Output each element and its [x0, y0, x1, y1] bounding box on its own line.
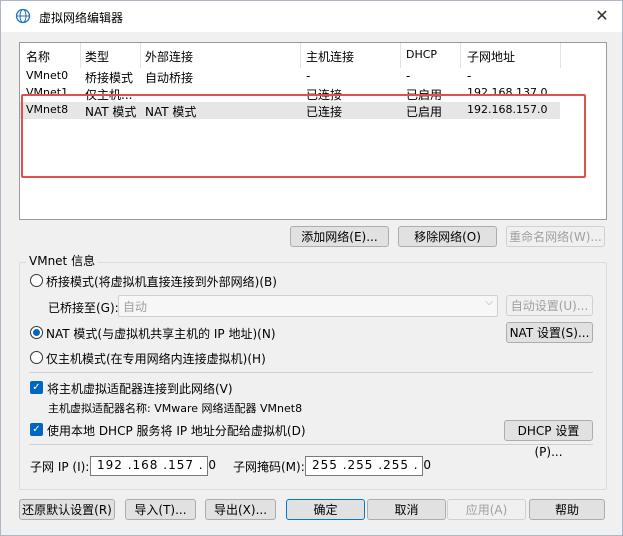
- dhcp-settings-button[interactable]: DHCP 设置(P)...: [504, 420, 593, 459]
- row-external: 自动桥接: [145, 71, 194, 85]
- row-host: -: [306, 69, 311, 83]
- row-dhcp: -: [406, 69, 411, 83]
- row-name: VMnet1: [26, 86, 69, 99]
- row-type: 桥接模式: [85, 71, 134, 85]
- bridged-to-value: 自动: [123, 300, 148, 314]
- title-bar: 虚拟网络编辑器 ✕: [1, 1, 622, 32]
- column-header-name[interactable]: 名称: [26, 48, 50, 65]
- row-subnet: 192.168.157.0: [467, 103, 548, 116]
- list-header: 名称 类型 外部连接 主机连接 DHCP 子网地址: [20, 43, 606, 68]
- subnet-mask-value: 255 .255 .255 . 0: [312, 458, 433, 472]
- list-item-selected[interactable]: VMnet8 NAT 模式 NAT 模式 已连接 已启用 192.168.157…: [20, 102, 560, 119]
- adapter-name-text: 主机虚拟适配器名称: VMware 网络适配器 VMnet8: [48, 402, 303, 415]
- row-name: VMnet0: [26, 69, 69, 82]
- bridged-mode-radio[interactable]: [30, 274, 43, 287]
- column-header-dhcp[interactable]: DHCP: [406, 48, 437, 61]
- bridged-to-label: 已桥接至(G):: [48, 301, 119, 315]
- nat-settings-button[interactable]: NAT 设置(S)...: [506, 322, 593, 343]
- subnet-ip-field[interactable]: 192 .168 .157 . 0: [90, 456, 216, 476]
- row-type: NAT 模式: [85, 105, 137, 119]
- divider: [29, 444, 593, 445]
- remove-network-button[interactable]: 移除网络(O): [398, 226, 497, 247]
- row-host: 已连接: [306, 105, 343, 119]
- nat-mode-label[interactable]: NAT 模式(与虚拟机共享主机的 IP 地址)(N): [46, 325, 276, 342]
- import-button[interactable]: 导入(T)...: [125, 499, 196, 520]
- vmnet-info-label: VMnet 信息: [26, 252, 99, 269]
- column-header-subnet[interactable]: 子网地址: [467, 48, 515, 65]
- column-header-external[interactable]: 外部连接: [145, 48, 193, 65]
- network-globe-icon: [15, 8, 31, 24]
- row-subnet: 192.168.137.0: [467, 86, 548, 99]
- cancel-button[interactable]: 取消: [367, 499, 446, 520]
- divider: [29, 372, 593, 373]
- row-external: NAT 模式: [145, 105, 197, 119]
- virtual-network-editor-window: 虚拟网络编辑器 ✕ 名称 类型 外部连接 主机连接 DHCP 子网地址 VMne…: [0, 0, 623, 536]
- bridged-to-select[interactable]: 自动 ⌵: [118, 295, 498, 317]
- row-type: 仅主机...: [85, 88, 133, 102]
- list-item[interactable]: VMnet1 仅主机... 已连接 已启用 192.168.137.0: [20, 85, 560, 102]
- use-dhcp-label[interactable]: 使用本地 DHCP 服务将 IP 地址分配给虚拟机(D): [47, 422, 306, 439]
- apply-button[interactable]: 应用(A): [447, 499, 526, 520]
- subnet-mask-field[interactable]: 255 .255 .255 . 0: [305, 456, 431, 476]
- nat-mode-radio[interactable]: [30, 326, 43, 339]
- close-icon[interactable]: ✕: [590, 5, 614, 27]
- column-header-type[interactable]: 类型: [85, 48, 109, 65]
- help-button[interactable]: 帮助: [529, 499, 605, 520]
- list-item[interactable]: VMnet0 桥接模式 自动桥接 - - -: [20, 68, 560, 85]
- use-dhcp-checkbox[interactable]: ✓: [30, 423, 43, 436]
- restore-defaults-button[interactable]: 还原默认设置(R): [19, 499, 115, 520]
- network-list[interactable]: 名称 类型 外部连接 主机连接 DHCP 子网地址 VMnet0 桥接模式 自动…: [19, 42, 607, 220]
- bridged-mode-label[interactable]: 桥接模式(将虚拟机直接连接到外部网络)(B): [46, 273, 277, 290]
- add-network-button[interactable]: 添加网络(E)...: [290, 226, 389, 247]
- row-subnet: -: [467, 69, 472, 83]
- row-host: 已连接: [306, 88, 343, 102]
- row-dhcp: 已启用: [406, 88, 443, 102]
- ok-button[interactable]: 确定: [286, 499, 365, 520]
- rename-network-button[interactable]: 重命名网络(W)...: [506, 226, 605, 247]
- window-title: 虚拟网络编辑器: [39, 11, 124, 25]
- connect-adapter-label[interactable]: 将主机虚拟适配器连接到此网络(V): [47, 380, 233, 397]
- connect-adapter-checkbox[interactable]: ✓: [30, 381, 43, 394]
- row-dhcp: 已启用: [406, 105, 443, 119]
- subnet-ip-label: 子网 IP (I):: [30, 460, 90, 474]
- chevron-down-icon: ⌵: [485, 297, 493, 308]
- host-only-radio[interactable]: [30, 351, 43, 364]
- row-name: VMnet8: [26, 103, 69, 116]
- subnet-ip-value: 192 .168 .157 . 0: [97, 458, 218, 472]
- column-header-host[interactable]: 主机连接: [306, 48, 354, 65]
- export-button[interactable]: 导出(X)...: [205, 499, 276, 520]
- auto-settings-button[interactable]: 自动设置(U)...: [506, 295, 593, 316]
- host-only-label[interactable]: 仅主机模式(在专用网络内连接虚拟机)(H): [46, 350, 266, 367]
- subnet-mask-label: 子网掩码(M):: [233, 460, 305, 474]
